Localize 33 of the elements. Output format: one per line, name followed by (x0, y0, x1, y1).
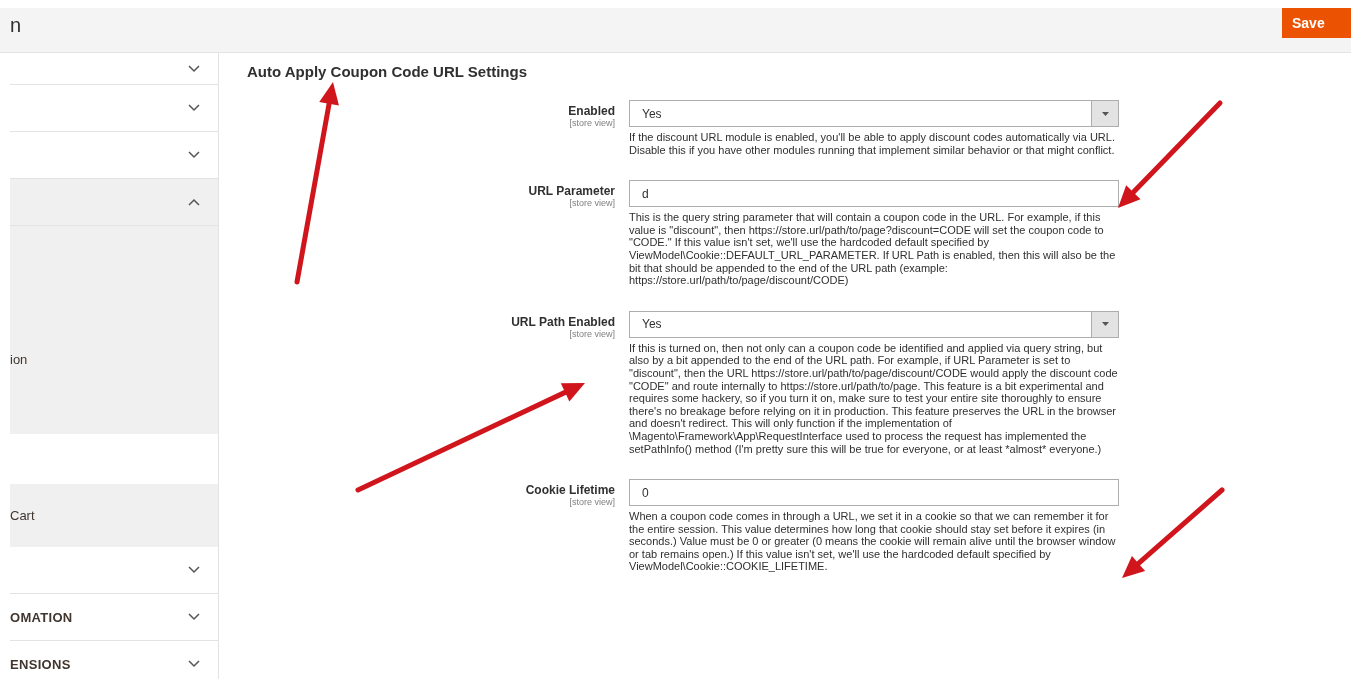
select-field[interactable]: Yes (629, 100, 1119, 127)
help-text: If this is turned on, then not only can a coupon code be identified and applied via query string, but also by a bit appended to the end of the URL path. For example, if URL Parameter is set to "discount", then the URL https://store.url/path/to/page/discount/CODE would apply the discount code "CODE" and route internally to https://store.url/path/to/page. This feature is a bit experimental and requires some hackery, so if you turn it on, make sure to test your entire site thoroughly to ensure there's no breakage before relying on it in production. This feature preserves the URL in the browser and doesn't redirect. This will only function if the implementation of \Magento\Framework\App\RequestInterface used to process the request has implemented the setPathInfo() method (I'm pretty sure this will be true for everyone, or at least *almost* everyone.) (629, 341, 1119, 456)
input-field[interactable]: 0 (629, 479, 1119, 507)
scope-label: [store view] (569, 198, 615, 209)
scope-label: [store view] (569, 497, 615, 508)
chevron-down-icon (188, 151, 200, 159)
scope-label: [store view] (569, 118, 615, 128)
chevron-up-icon (188, 198, 200, 206)
sidebar-section[interactable] (10, 179, 218, 226)
field-label: Cookie Lifetime (525, 483, 615, 498)
sidebar-item[interactable]: Cart (10, 484, 218, 547)
chevron-down-icon (188, 566, 200, 574)
help-text: When a coupon code comes in through a URL, we set it in a cookie so that we can remember it for the entire session. This value determines how long that cookie should stay set before it expires (in seconds.) Value must be 0 or greater (0 means the cookie will remain alive until the browser window or tab remains open.) If this value isn't set, we'll use the hardcoded default specified by ViewModel\Cookie::COOKIE_LIFETIME. (629, 510, 1117, 574)
scope-label: [store view] (569, 328, 615, 339)
chevron-down-icon (188, 64, 200, 73)
help-text: This is the query string parameter that will contain a coupon code in the URL. For example, if this value is "discount", then https://store.url/path/to/page?discount=CODE will set the coupon code to "CODE." If this value isn't set, we'll use the hardcoded default specified by ViewModel\Cookie::DEFAULT_URL_PARAMETER. If URL Path is enabled, then this will also be the bit that should be appended to the end of the URL path (example: https://store.url/path/to/page/discount/CODE) (629, 211, 1117, 287)
help-text: If the discount URL module is enabled, you'll be able to apply discount codes automatically via URL. Disable this if you have other modules running that implement similar behavior or that might conflict. (629, 131, 1116, 157)
field-label: URL Parameter (528, 184, 615, 199)
chevron-down-icon (188, 660, 200, 668)
section-label: OMATION (10, 609, 73, 625)
field-label: Enabled (568, 104, 615, 118)
input-field[interactable]: d (629, 180, 1119, 208)
sidebar-item[interactable]: ion (10, 226, 218, 434)
chevron-down-icon (188, 613, 200, 621)
section-title: Auto Apply Coupon Code URL Settings (247, 63, 528, 80)
caret-icon (1101, 322, 1109, 327)
chevron-down-icon (188, 104, 200, 112)
caret-icon (1101, 111, 1109, 116)
section-label: ENSIONS (10, 656, 71, 672)
field-label: URL Path Enabled (511, 314, 615, 329)
page-title: n (10, 14, 22, 37)
save-button[interactable]: Save (1282, 8, 1351, 38)
select-field[interactable]: Yes (629, 310, 1119, 338)
